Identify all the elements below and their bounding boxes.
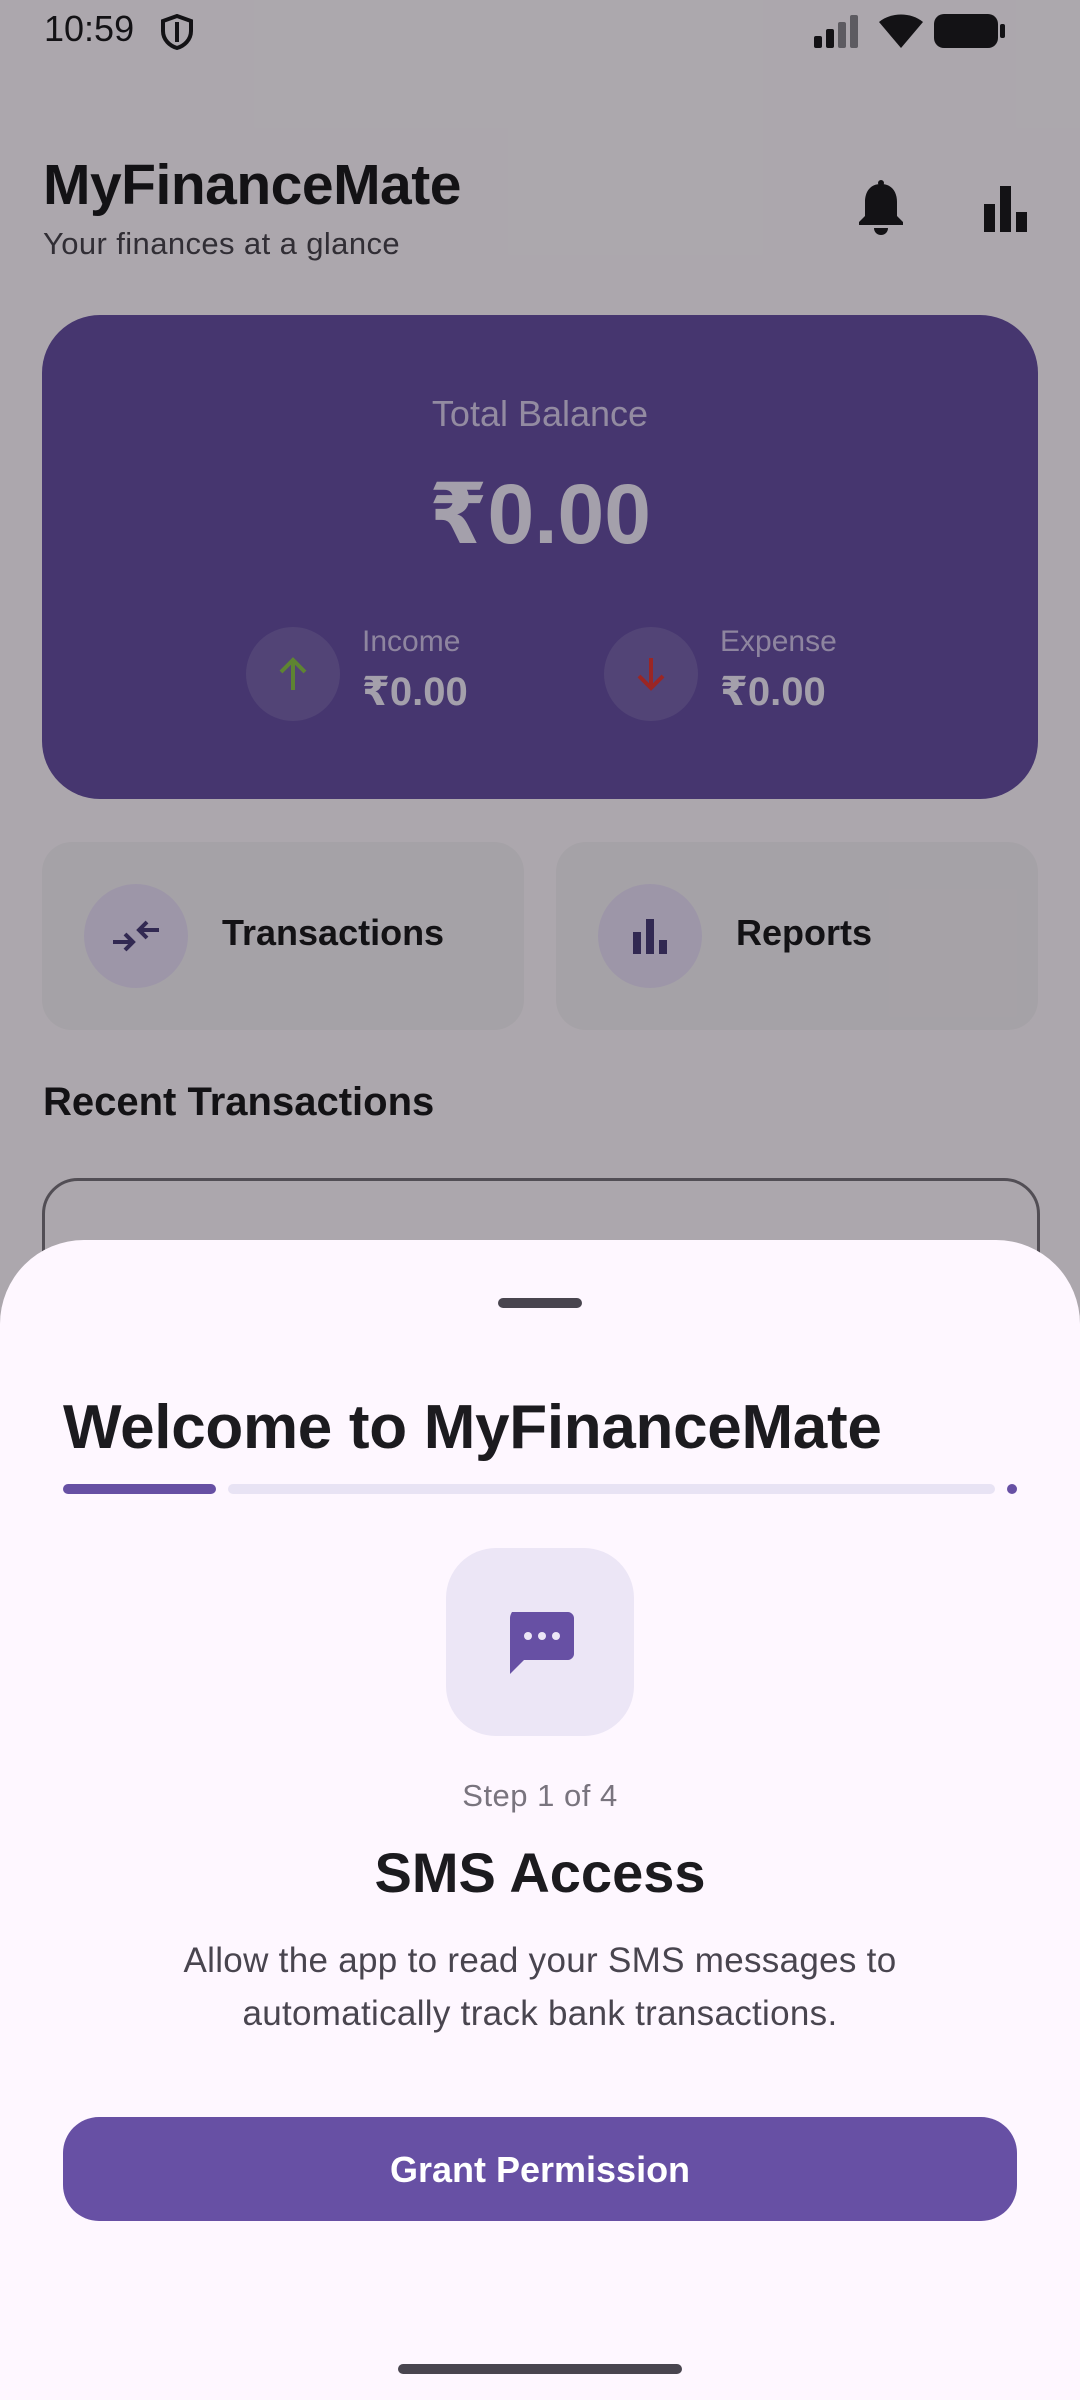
step-title: SMS Access <box>374 1841 706 1904</box>
step-label: Step 1 of 4 <box>462 1778 618 1813</box>
sms-icon <box>510 1612 574 1674</box>
progress-fill <box>63 1484 216 1494</box>
progress-end-dot <box>1007 1484 1017 1494</box>
screen: 10:59 MyFinanceMate Your finances at a g… <box>0 0 1080 2400</box>
step-description: Allow the app to read your SMS messages … <box>183 1941 897 2033</box>
home-indicator[interactable] <box>398 2364 682 2374</box>
step-icon-box <box>446 1548 634 1736</box>
sheet-title: Welcome to MyFinanceMate <box>63 1393 882 1462</box>
drag-handle[interactable] <box>498 1298 582 1308</box>
step-progress-bar <box>63 1484 1017 1494</box>
grant-permission-button[interactable]: Grant Permission <box>63 2117 1017 2221</box>
onboarding-bottom-sheet: Welcome to MyFinanceMate Step 1 of 4 SMS… <box>0 1240 1080 2400</box>
progress-remaining <box>228 1484 995 1494</box>
